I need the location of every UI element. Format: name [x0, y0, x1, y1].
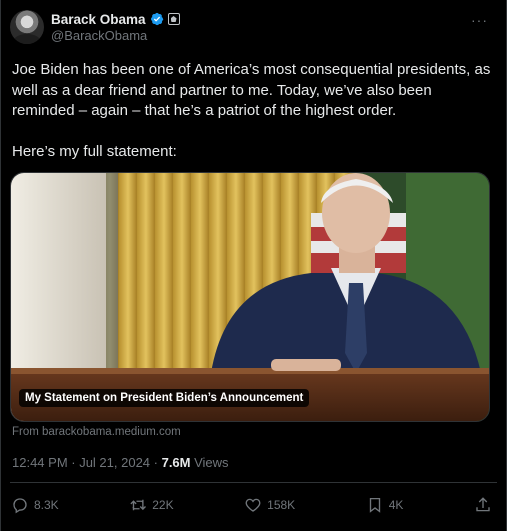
bookmark-icon: [369, 497, 380, 513]
verified-badge-icon[interactable]: [150, 12, 164, 26]
more-icon[interactable]: ···: [471, 12, 488, 28]
bookmark-button[interactable]: 4K: [366, 496, 404, 514]
reply-icon: [13, 498, 27, 514]
like-icon: [245, 498, 261, 512]
repost-icon: [130, 499, 147, 511]
divider: [10, 482, 497, 483]
tweet[interactable]: Barack Obama @BarackObama ··· Joe Biden …: [0, 0, 507, 531]
card-image: [11, 173, 489, 421]
tweet-text: Joe Biden has been one of America’s most…: [12, 60, 498, 162]
author-name[interactable]: Barack Obama: [51, 12, 146, 27]
repost-count: 22K: [152, 498, 174, 512]
government-label-icon[interactable]: [167, 13, 180, 25]
views-label: Views: [190, 455, 229, 470]
timestamp[interactable]: 12:44 PM · Jul 21, 2024 ·: [12, 455, 162, 470]
action-bar: 8.3K 22K 158K 4K: [11, 494, 492, 516]
card-caption[interactable]: My Statement on President Biden’s Announ…: [19, 389, 310, 407]
card-source[interactable]: From barackobama.medium.com: [12, 426, 181, 438]
link-card[interactable]: My Statement on President Biden’s Announ…: [10, 172, 490, 422]
tweet-paragraph: Joe Biden has been one of America’s most…: [12, 61, 491, 119]
views-count: 7.6M: [161, 455, 191, 470]
tweet-paragraph: Here’s my full statement:: [12, 142, 177, 160]
like-button[interactable]: 158K: [244, 496, 295, 514]
share-icon: [476, 497, 490, 512]
tweet-meta: 12:44 PM · Jul 21, 2024 · 7.6M Views: [12, 455, 229, 470]
bookmark-count: 4K: [388, 498, 404, 512]
avatar[interactable]: [10, 10, 44, 44]
reply-count: 8.3K: [34, 498, 59, 512]
share-button[interactable]: [474, 496, 492, 514]
like-count: 158K: [267, 498, 296, 512]
author-handle[interactable]: @BarackObama: [51, 28, 147, 43]
repost-button[interactable]: 22K: [129, 496, 174, 514]
reply-button[interactable]: 8.3K: [11, 496, 59, 514]
author-row: Barack Obama: [51, 10, 180, 28]
